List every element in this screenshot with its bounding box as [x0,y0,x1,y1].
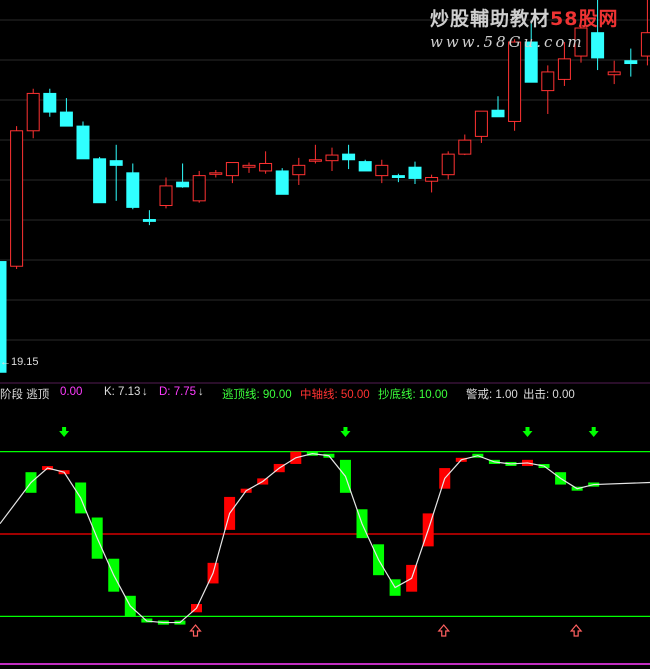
buy-signal-arrow-icon [569,624,583,637]
price-candle-body [308,159,322,162]
price-candle-body [557,58,571,80]
d-arrow-icon: ↓ [198,386,204,398]
price-candle-body [242,164,256,168]
price-candle-body [491,109,505,118]
price-candle-body [126,172,140,208]
price-candle-body [591,32,605,59]
price-candle-body [259,162,273,172]
warning-label: 警戒: 1.00 [466,389,518,401]
price-candle-body [59,111,73,127]
price-candle-body [209,172,223,175]
sell-signal-arrow-icon [59,427,70,437]
price-candle-body [10,130,24,267]
watermark-brand: 炒股輔助教材58股网 [430,8,619,30]
price-candle-body [508,41,522,122]
price-candle-body [159,185,173,207]
price-candle-body [142,219,156,222]
low-price-label: ←19.15 [0,356,39,368]
sell-signal-arrow-icon [340,427,351,437]
price-candle-body [607,71,621,76]
price-candle-body [76,125,90,160]
price-candle-body [93,158,107,204]
indicator-curve [0,453,650,624]
buy-signal-arrow-icon [437,624,451,637]
watermark-url: www.58Gu.com [430,33,585,51]
bottom-line-label: 抄底线: 10.00 [378,389,448,401]
price-candle-body [342,153,356,161]
price-candle-body [275,170,289,195]
price-candle-body [408,166,422,179]
price-candle-body [292,164,306,176]
price-candle-body [640,32,650,57]
indicator-legend: 阶段 逃顶 0.00 K: 7.13 ↓ D: 7.75 ↓ 逃顶线: 90.0… [0,386,650,402]
price-candle-body [325,154,339,162]
price-candles [0,0,650,373]
indicator-name-value: 0.00 [60,386,83,398]
price-candle-body [225,162,239,177]
price-candle-body [358,161,372,172]
price-candle-body [26,92,40,132]
price-candle-body [474,110,488,137]
price-candle-body [109,160,123,166]
sell-signal-arrow-icon [522,427,533,437]
price-candle-body [541,71,555,92]
buy-signal-arrow-icon [189,624,202,637]
price-candle-body [441,153,455,176]
sell-signal-arrow-icon [588,427,599,437]
price-candle-body [176,181,190,188]
indicator-candles [25,451,600,625]
signal-arrows [59,427,599,637]
indicator-name: 阶段 逃顶 [0,389,50,401]
price-candle-body [43,92,57,113]
k-line [0,453,650,624]
k-arrow-icon: ↓ [142,386,148,398]
price-candle-body [192,175,206,202]
k-label: K: 7.13 [104,386,141,398]
exit-label: 出击: 0.00 [523,389,575,401]
middle-line-label: 中轴线: 50.00 [300,389,370,401]
price-candle-body [375,164,389,177]
price-candle-body [425,176,439,182]
price-candle-body [391,175,405,178]
price-candle-body [458,139,472,155]
chart-canvas [0,0,650,665]
escape-line-label: 逃顶线: 90.00 [222,389,292,401]
price-candle-body [624,60,638,65]
d-label: D: 7.75 [159,386,197,398]
